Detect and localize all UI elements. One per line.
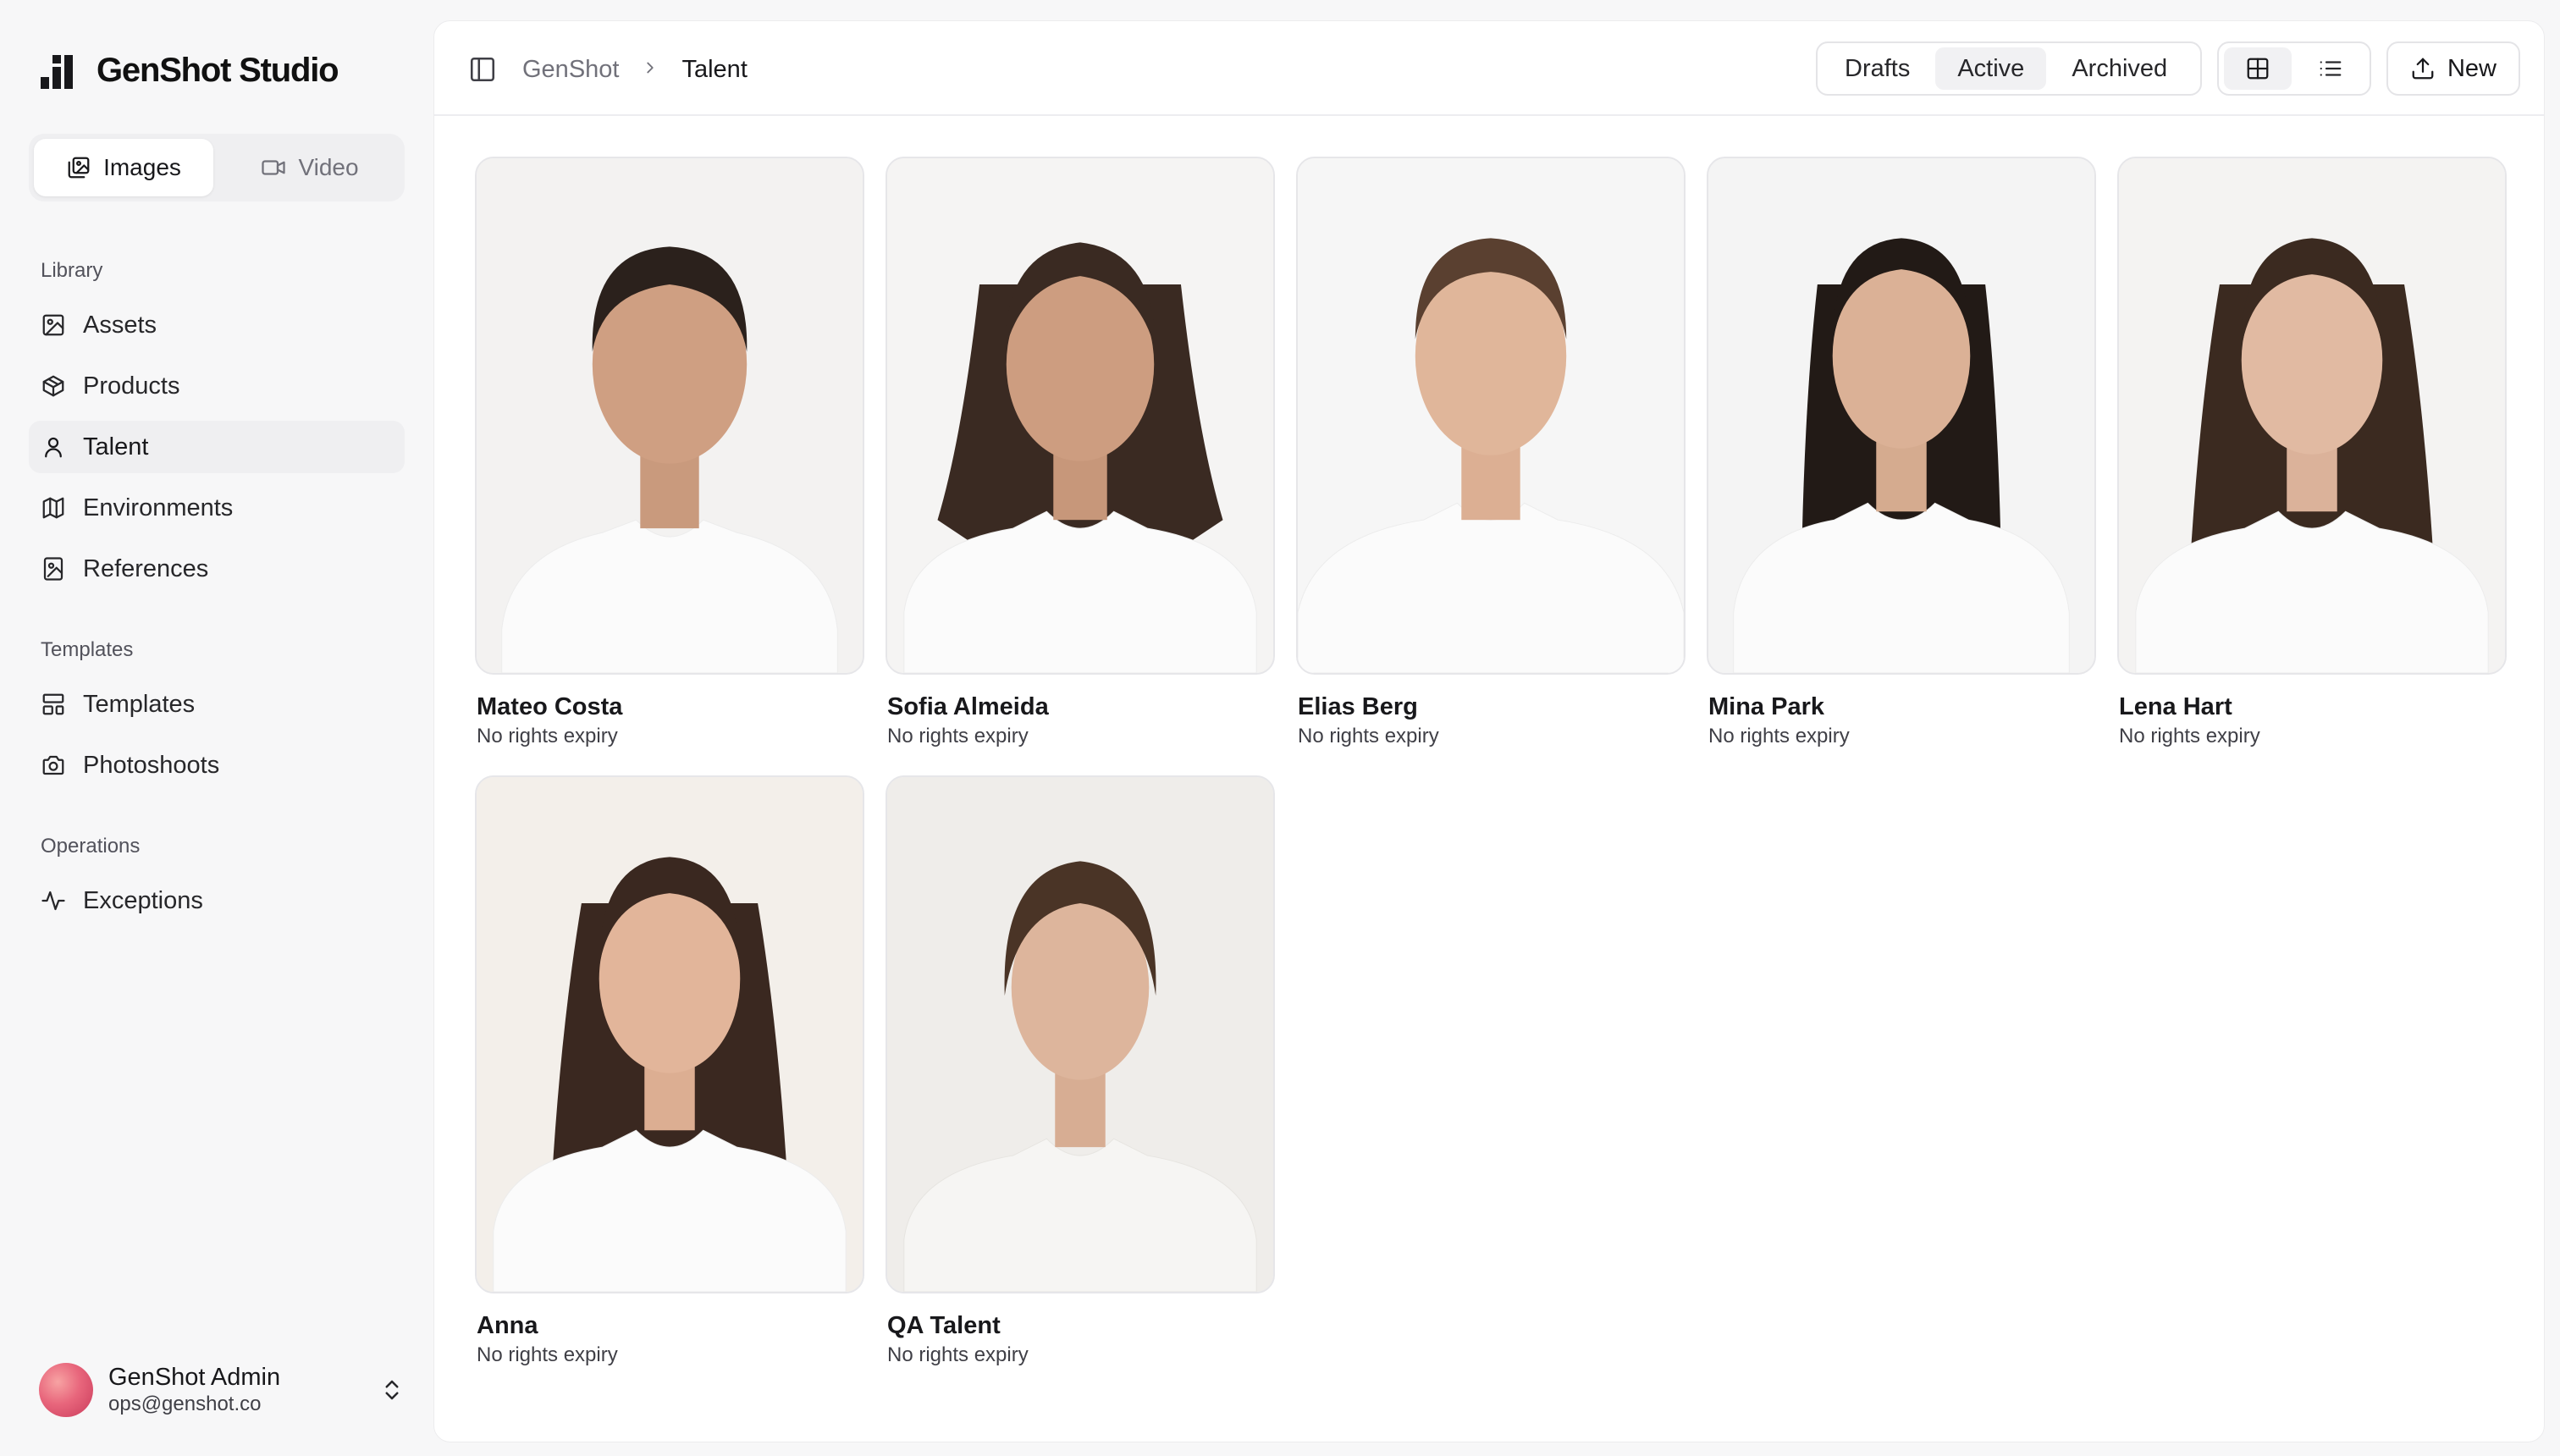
talent-name: Mina Park bbox=[1708, 693, 1824, 720]
tab-active[interactable]: Active bbox=[1935, 47, 2047, 90]
talent-rights-status: No rights expiry bbox=[1708, 725, 1850, 747]
nav-section-library: Library bbox=[41, 259, 103, 282]
list-view-button[interactable] bbox=[2297, 47, 2364, 90]
brand[interactable]: GenShot Studio bbox=[41, 49, 339, 91]
sidebar-item-products[interactable]: Products bbox=[29, 360, 405, 412]
sidebar-item-environments[interactable]: Environments bbox=[29, 482, 405, 534]
talent-card[interactable]: Anna No rights expiry bbox=[475, 775, 864, 1368]
portrait-placeholder bbox=[477, 158, 863, 673]
topbar: GenShot Talent Drafts Active Archived Ne… bbox=[434, 21, 2544, 116]
tab-archived[interactable]: Archived bbox=[2050, 47, 2189, 90]
user-icon bbox=[45, 437, 62, 458]
images-mode-button[interactable]: Images bbox=[34, 139, 213, 196]
talent-name: Mateo Costa bbox=[477, 693, 623, 720]
breadcrumb-current: Talent bbox=[681, 55, 748, 83]
sidebar-item-label: Environments bbox=[83, 494, 234, 521]
chevron-right-icon bbox=[647, 62, 654, 73]
portrait-placeholder bbox=[887, 777, 1273, 1292]
portrait-placeholder bbox=[1298, 158, 1684, 673]
talent-rights-status: No rights expiry bbox=[887, 1343, 1029, 1366]
mode-switch: Images Video bbox=[29, 134, 405, 201]
new-button-label: New bbox=[2447, 54, 2497, 82]
sidebar-item-label: Templates bbox=[83, 690, 196, 718]
breadcrumb-root[interactable]: GenShot bbox=[522, 56, 619, 84]
talent-name: Sofia Almeida bbox=[887, 693, 1049, 720]
user-menu[interactable]: GenShot Admin ops@genshot.co bbox=[39, 1359, 405, 1420]
video-icon bbox=[262, 160, 286, 175]
brand-logo-icon bbox=[41, 52, 78, 89]
talent-name: Elias Berg bbox=[1298, 693, 1418, 720]
app-name: GenShot Studio bbox=[97, 51, 339, 89]
grid-icon bbox=[2247, 58, 2269, 80]
user-info: GenShot Admin ops@genshot.co bbox=[108, 1363, 364, 1417]
sidebar-item-templates[interactable]: Templates bbox=[29, 678, 405, 731]
nav-section-operations: Operations bbox=[41, 835, 141, 858]
user-name: GenShot Admin bbox=[108, 1364, 281, 1391]
talent-rights-status: No rights expiry bbox=[477, 1343, 618, 1366]
grid-view-button[interactable] bbox=[2224, 47, 2292, 90]
sidebar-item-references[interactable]: References bbox=[29, 543, 405, 595]
user-email: ops@genshot.co bbox=[108, 1393, 262, 1415]
images-icon bbox=[68, 157, 90, 179]
talent-rights-status: No rights expiry bbox=[1298, 725, 1439, 747]
talent-photo bbox=[2117, 157, 2507, 675]
sidebar-item-talent[interactable]: Talent bbox=[29, 421, 405, 473]
sidebar: GenShot Studio Images Video Library Asse… bbox=[0, 0, 433, 1456]
activity-icon bbox=[41, 891, 65, 911]
sidebar-item-label: Assets bbox=[83, 311, 157, 339]
talent-card[interactable]: Elias Berg No rights expiry bbox=[1296, 157, 1686, 749]
image-icon bbox=[42, 314, 64, 336]
box-icon bbox=[42, 375, 64, 397]
nav-section-templates: Templates bbox=[41, 638, 134, 661]
sidebar-item-label: Talent bbox=[83, 433, 149, 461]
breadcrumb: GenShot Talent bbox=[522, 48, 748, 91]
upload-icon bbox=[2412, 58, 2434, 80]
camera-icon bbox=[42, 755, 64, 775]
talent-card[interactable]: Sofia Almeida No rights expiry bbox=[886, 157, 1275, 749]
talent-rights-status: No rights expiry bbox=[2119, 725, 2260, 747]
new-button[interactable]: New bbox=[2386, 41, 2520, 96]
layout-icon bbox=[42, 693, 64, 715]
talent-name: Lena Hart bbox=[2119, 693, 2232, 720]
portrait-placeholder bbox=[477, 777, 863, 1292]
portrait-placeholder bbox=[1708, 158, 2094, 673]
talent-card[interactable]: Mina Park No rights expiry bbox=[1707, 157, 2096, 749]
sidebar-item-label: Exceptions bbox=[83, 886, 203, 914]
talent-photo bbox=[886, 775, 1275, 1293]
list-icon bbox=[2320, 61, 2342, 76]
sidebar-item-photoshoots[interactable]: Photoshoots bbox=[29, 739, 405, 791]
talent-photo bbox=[475, 775, 864, 1293]
talent-photo bbox=[475, 157, 864, 675]
talent-card[interactable]: Lena Hart No rights expiry bbox=[2117, 157, 2507, 749]
sidebar-item-exceptions[interactable]: Exceptions bbox=[29, 874, 405, 927]
sidebar-item-label: References bbox=[83, 554, 209, 582]
sidebar-toggle-icon[interactable] bbox=[468, 55, 497, 84]
talent-card[interactable]: QA Talent No rights expiry bbox=[886, 775, 1275, 1368]
talent-photo bbox=[1296, 157, 1686, 675]
video-mode-button[interactable]: Video bbox=[220, 139, 400, 196]
talent-rights-status: No rights expiry bbox=[887, 725, 1029, 747]
talent-photo bbox=[886, 157, 1275, 675]
talent-card[interactable]: Mateo Costa No rights expiry bbox=[475, 157, 864, 749]
map-icon bbox=[42, 497, 64, 519]
portrait-placeholder bbox=[887, 158, 1273, 673]
sidebar-item-assets[interactable]: Assets bbox=[29, 299, 405, 351]
avatar bbox=[39, 1363, 93, 1417]
talent-rights-status: No rights expiry bbox=[477, 725, 618, 747]
images-mode-label: Images bbox=[103, 154, 181, 180]
talent-photo bbox=[1707, 157, 2096, 675]
sidebar-item-label: Products bbox=[83, 372, 180, 400]
sidebar-item-label: Photoshoots bbox=[83, 751, 220, 779]
image-file-icon bbox=[43, 557, 63, 581]
talent-name: QA Talent bbox=[887, 1312, 1001, 1339]
breadcrumb-separator bbox=[641, 56, 659, 84]
status-tabs: Drafts Active Archived bbox=[1816, 41, 2202, 96]
video-mode-label: Video bbox=[298, 154, 359, 180]
portrait-placeholder bbox=[2119, 158, 2505, 673]
chevrons-up-down-icon bbox=[385, 1380, 399, 1400]
view-toggle bbox=[2217, 41, 2371, 96]
tab-drafts[interactable]: Drafts bbox=[1823, 47, 1932, 90]
main-panel: GenShot Talent Drafts Active Archived Ne… bbox=[433, 20, 2545, 1442]
talent-name: Anna bbox=[477, 1312, 538, 1339]
